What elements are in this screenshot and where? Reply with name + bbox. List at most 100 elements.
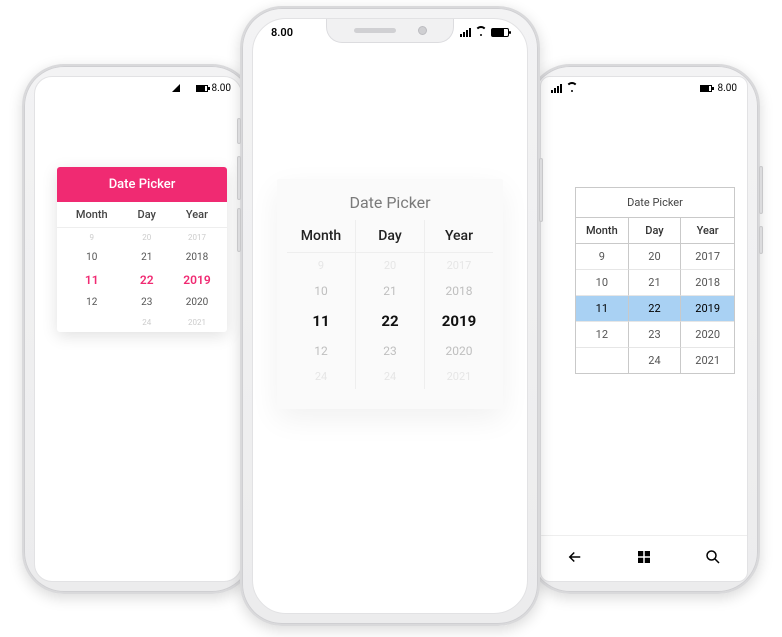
picker-option[interactable]: 11 <box>287 304 355 338</box>
notch <box>326 19 454 43</box>
volume-rocker <box>759 166 763 214</box>
year-column[interactable]: Year 20172018201920202021 <box>425 220 493 389</box>
power-button <box>759 226 763 254</box>
picker-cell[interactable]: 2021 <box>167 313 227 332</box>
picker-cell[interactable]: 12 <box>57 292 127 313</box>
picker-cell[interactable]: 22 <box>629 296 682 322</box>
battery-icon <box>196 85 208 92</box>
col-month: Month <box>576 218 629 244</box>
picker-cell[interactable]: 2020 <box>167 292 227 313</box>
picker-cell[interactable]: 22 <box>127 268 167 292</box>
col-day: Day <box>356 220 424 253</box>
picker-option[interactable]: 24 <box>287 364 355 389</box>
clock: 8.00 <box>718 83 738 94</box>
day-column[interactable]: Day 2021222324 <box>356 220 425 389</box>
picker-cell[interactable]: 10 <box>576 270 629 296</box>
picker-option[interactable]: 10 <box>287 278 355 304</box>
search-button[interactable] <box>704 548 722 570</box>
picker-option[interactable]: 9 <box>287 253 355 278</box>
volume-down <box>237 208 241 252</box>
clock: 8.00 <box>212 83 232 94</box>
nav-bar <box>541 535 747 581</box>
picker-option[interactable]: 22 <box>356 304 424 338</box>
picker-option[interactable]: 12 <box>287 338 355 364</box>
picker-row[interactable]: 11222019 <box>57 268 227 292</box>
col-month: Month <box>57 202 127 228</box>
picker-cell[interactable]: 2018 <box>167 247 227 268</box>
silent-switch <box>237 118 241 144</box>
picker-option[interactable]: 24 <box>356 364 424 389</box>
picker-row[interactable]: 9202017 <box>57 228 227 248</box>
camera-icon <box>418 26 427 35</box>
col-year: Year <box>167 202 227 228</box>
power-button <box>539 158 543 222</box>
picker-option[interactable]: 20 <box>356 253 424 278</box>
col-year: Year <box>681 218 734 244</box>
picker-option[interactable]: 2017 <box>425 253 493 278</box>
status-bar: 8.00 <box>35 77 241 99</box>
picker-cell[interactable]: 2021 <box>681 348 734 373</box>
signal-icon <box>460 28 471 37</box>
picker-cell[interactable]: 10 <box>57 247 127 268</box>
home-button[interactable] <box>635 548 653 570</box>
picker-cell[interactable]: 24 <box>629 348 682 373</box>
battery-icon <box>700 85 712 92</box>
picker-cell[interactable]: 11 <box>57 268 127 292</box>
picker-cell[interactable]: 11 <box>576 296 629 322</box>
picker-cell[interactable]: 20 <box>127 228 167 248</box>
phone-ios: 8.00 Date Picker Month 910111224 Day 202… <box>240 6 540 626</box>
picker-cell[interactable]: 2020 <box>681 322 734 348</box>
date-picker-card: Date Picker Month Day Year 9202017102120… <box>575 187 735 374</box>
date-picker-table[interactable]: Month Day Year 9202017102120181122201912… <box>57 202 227 332</box>
picker-cell[interactable]: 23 <box>629 322 682 348</box>
picker-cell[interactable]: 2018 <box>681 270 734 296</box>
picker-option[interactable]: 23 <box>356 338 424 364</box>
picker-cell[interactable]: 2017 <box>167 228 227 248</box>
battery-icon <box>491 28 509 37</box>
clock: 8.00 <box>271 26 293 39</box>
month-column[interactable]: Month 910111224 <box>287 220 356 389</box>
picker-cell[interactable]: 2019 <box>167 268 227 292</box>
picker-cell[interactable]: 9 <box>57 228 127 248</box>
col-day: Day <box>127 202 167 228</box>
picker-option[interactable]: 2018 <box>425 278 493 304</box>
picker-cell[interactable]: 21 <box>629 270 682 296</box>
picker-row[interactable]: 12232020 <box>57 292 227 313</box>
signal-outline-icon <box>180 84 188 92</box>
col-year: Year <box>425 220 493 253</box>
picker-cell[interactable]: 20 <box>629 244 682 270</box>
volume-up <box>237 156 241 200</box>
wifi-icon <box>566 82 578 94</box>
signal-icon <box>172 84 180 92</box>
date-picker-card: Date Picker Month Day Year 9202017102120… <box>57 167 227 332</box>
date-picker-title: Date Picker <box>576 188 734 218</box>
picker-columns[interactable]: Month 910111224 Day 2021222324 Year 2017… <box>287 220 493 389</box>
phone-android: 8.00 Date Picker Month Day Year 92020171… <box>22 64 254 594</box>
picker-option[interactable]: 2021 <box>425 364 493 389</box>
screen-windows: 8.00 Date Picker Month Day Year 9202017 1… <box>540 76 748 582</box>
signal-icon <box>551 84 562 93</box>
back-button[interactable] <box>566 548 584 570</box>
picker-option[interactable]: 2020 <box>425 338 493 364</box>
picker-cell[interactable] <box>576 348 629 373</box>
picker-cell[interactable]: 24 <box>127 313 167 332</box>
wifi-icon <box>475 26 487 38</box>
picker-cell[interactable] <box>57 313 127 332</box>
picker-cell[interactable]: 21 <box>127 247 167 268</box>
picker-option[interactable]: 21 <box>356 278 424 304</box>
picker-cell[interactable]: 9 <box>576 244 629 270</box>
picker-cell[interactable]: 23 <box>127 292 167 313</box>
col-day: Day <box>629 218 682 244</box>
picker-cell[interactable]: 12 <box>576 322 629 348</box>
speaker-icon <box>354 28 396 33</box>
picker-cell[interactable]: 2019 <box>681 296 734 322</box>
screen-ios: 8.00 Date Picker Month 910111224 Day 202… <box>252 18 528 614</box>
date-picker-title: Date Picker <box>287 193 493 212</box>
picker-option[interactable]: 2019 <box>425 304 493 338</box>
screen-android: 8.00 Date Picker Month Day Year 92020171… <box>34 76 242 582</box>
date-picker-grid[interactable]: Month Day Year 9202017 10212018 11222019 12… <box>576 218 734 373</box>
picker-row[interactable]: 242021 <box>57 313 227 332</box>
picker-cell[interactable]: 2017 <box>681 244 734 270</box>
status-bar: 8.00 <box>541 77 747 99</box>
picker-row[interactable]: 10212018 <box>57 247 227 268</box>
